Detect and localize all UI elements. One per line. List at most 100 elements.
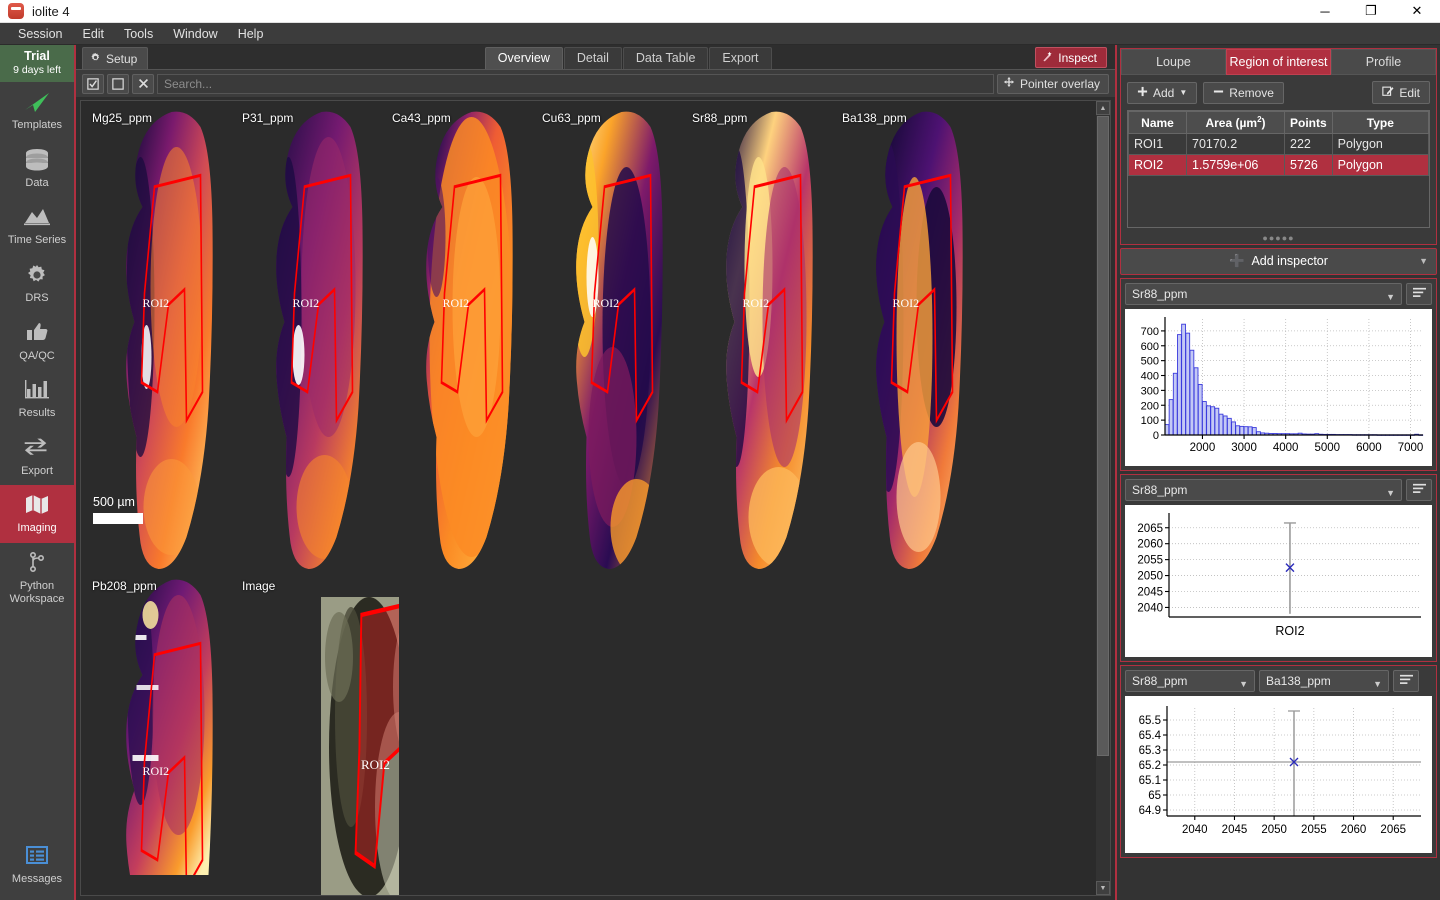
- column-header-name[interactable]: Name: [1128, 111, 1187, 134]
- scrollbar-thumb[interactable]: [1097, 116, 1109, 756]
- histogram-channel-select[interactable]: Sr88_ppm ▼: [1125, 283, 1402, 305]
- search-input[interactable]: [157, 73, 994, 94]
- svg-text:2045: 2045: [1222, 824, 1248, 836]
- add-roi-button[interactable]: Add ▼: [1127, 81, 1198, 104]
- map-panel-sr88[interactable]: Sr88_ppm ROI2: [689, 107, 849, 577]
- tab-data-table[interactable]: Data Table: [622, 47, 709, 69]
- xy-scatter-plot[interactable]: 64.9 65 65.1 65.2 65.3 65.4 65.5 2040 2045 2050 20…: [1125, 696, 1432, 853]
- xy-y-channel-select[interactable]: Ba138_ppm ▼: [1259, 670, 1389, 692]
- minimize-button[interactable]: ─: [1302, 0, 1348, 23]
- scalebar-label: 500 µm: [93, 495, 135, 509]
- sidebar-item-templates[interactable]: Templates: [0, 82, 74, 140]
- svg-text:ROI2: ROI2: [743, 296, 770, 310]
- sidebar-item-results[interactable]: Results: [0, 370, 74, 428]
- add-inspector-button[interactable]: ➕ Add inspector ▼: [1120, 248, 1437, 275]
- empty-box-icon[interactable]: [107, 73, 129, 94]
- chevron-down-icon[interactable]: ▼: [1419, 256, 1428, 266]
- minus-icon: [1213, 86, 1224, 100]
- menubar: Session Edit Tools Window Help: [0, 23, 1440, 45]
- sidebar-item-imaging[interactable]: Imaging: [0, 485, 74, 544]
- edit-roi-button[interactable]: Edit: [1372, 81, 1430, 104]
- map-panel-ba138[interactable]: Ba138_ppm ROI2: [839, 107, 999, 577]
- maximize-button[interactable]: ❐: [1348, 0, 1394, 23]
- sidebar-item-qaqc[interactable]: QA/QC: [0, 313, 74, 371]
- checked-box-icon[interactable]: [82, 73, 104, 94]
- hamburger-lines-icon: [1412, 482, 1427, 498]
- svg-text:500: 500: [1141, 356, 1159, 368]
- column-header-points[interactable]: Points: [1284, 111, 1333, 134]
- map-label-pb208: Pb208_ppm: [92, 579, 157, 593]
- menu-window[interactable]: Window: [163, 25, 227, 43]
- table-row[interactable]: ROI2 1.5759e+06 5726 Polygon: [1128, 154, 1430, 176]
- svg-text:5000: 5000: [1314, 442, 1340, 454]
- scroll-up-arrow-icon[interactable]: ▲: [1096, 101, 1110, 115]
- histogram-menu-button[interactable]: [1406, 283, 1432, 305]
- inspector-xy-header: Sr88_ppm ▼ Ba138_ppm ▼: [1125, 670, 1432, 692]
- tab-detail[interactable]: Detail: [563, 47, 622, 69]
- sidebar-item-drs[interactable]: DRS: [0, 255, 74, 313]
- category-channel-select[interactable]: Sr88_ppm ▼: [1125, 479, 1402, 501]
- category-scatter-plot[interactable]: 2040 2045 2050 2055 2060 2065 ROI2: [1125, 505, 1432, 657]
- tab-region-of-interest[interactable]: Region of interest: [1226, 49, 1331, 75]
- roi-name: ROI2: [1128, 154, 1187, 176]
- histogram-plot[interactable]: 0 100 200 300 400 500 600 700 2000 3000 4000 5000 60…: [1125, 309, 1432, 466]
- xy-menu-button[interactable]: [1393, 670, 1419, 692]
- scroll-down-arrow-icon[interactable]: ▼: [1096, 881, 1110, 895]
- category-menu-button[interactable]: [1406, 479, 1432, 501]
- sidebar-item-python-workspace[interactable]: Python Workspace: [0, 543, 74, 613]
- roi-table-container[interactable]: Name Area (µm2) Points Type ROI1 70170.2…: [1127, 110, 1430, 228]
- table-row[interactable]: ROI1 70170.2 222 Polygon: [1128, 133, 1430, 155]
- arrows-exchange-icon: [2, 436, 72, 462]
- canvas-vertical-scrollbar[interactable]: ▲ ▼: [1096, 101, 1110, 895]
- tab-export[interactable]: Export: [709, 47, 772, 69]
- cross-icon[interactable]: [132, 73, 154, 94]
- move-crosshair-icon: [1003, 76, 1015, 91]
- pointer-overlay-label: Pointer overlay: [1019, 76, 1100, 91]
- svg-text:ROI2: ROI2: [293, 296, 320, 310]
- tab-loupe[interactable]: Loupe: [1121, 49, 1226, 75]
- inspect-button[interactable]: Inspect: [1035, 47, 1107, 68]
- svg-text:ROI2: ROI2: [593, 296, 620, 310]
- histogram-svg: 0 100 200 300 400 500 600 700 2000 3000 4000 5000 60…: [1125, 309, 1430, 466]
- map-panel-ca43[interactable]: Ca43_ppm ROI2: [389, 107, 549, 577]
- tab-profile[interactable]: Profile: [1331, 49, 1436, 75]
- map-panel-pb208[interactable]: Pb208_ppm ROI2: [89, 575, 249, 875]
- setup-button[interactable]: Setup: [82, 47, 149, 69]
- menu-session[interactable]: Session: [8, 25, 72, 43]
- tab-overview[interactable]: Overview: [484, 47, 563, 69]
- map-panel-p31[interactable]: P31_ppm ROI2: [239, 107, 399, 577]
- category-scatter-svg: 2040 2045 2050 2055 2060 2065 ROI2: [1125, 505, 1430, 657]
- xy-y-channel-value: Ba138_ppm: [1266, 674, 1331, 688]
- panel-resize-grip[interactable]: ●●●●●: [1121, 234, 1436, 244]
- pointer-overlay-button[interactable]: Pointer overlay: [996, 73, 1109, 94]
- svg-text:7000: 7000: [1398, 442, 1424, 454]
- svg-text:2060: 2060: [1137, 539, 1163, 551]
- column-header-type[interactable]: Type: [1331, 111, 1430, 134]
- roi-points: 5726: [1284, 154, 1333, 176]
- map-label-sr88: Sr88_ppm: [692, 111, 748, 125]
- imaging-canvas[interactable]: Mg25_ppm ROI2 P31_ppm ROI2 Ca43_ppm ROI2…: [81, 101, 1096, 895]
- menu-help[interactable]: Help: [228, 25, 274, 43]
- sidebar-item-export[interactable]: Export: [0, 428, 74, 486]
- svg-text:400: 400: [1141, 371, 1159, 383]
- svg-text:2040: 2040: [1137, 602, 1163, 614]
- map-panel-cu63[interactable]: Cu63_ppm ROI2: [539, 107, 699, 577]
- remove-roi-button[interactable]: Remove: [1203, 81, 1284, 104]
- right-panel: Loupe Region of interest Profile Add ▼ R…: [1115, 45, 1440, 900]
- sidebar-item-time-series[interactable]: Time Series: [0, 197, 74, 255]
- sidebar-item-messages[interactable]: Messages: [0, 836, 74, 900]
- svg-text:ROI2: ROI2: [143, 764, 170, 778]
- window-controls: ─ ❐ ✕: [1302, 0, 1440, 23]
- bar-chart-icon: [2, 378, 72, 404]
- sidebar-label-python-workspace: Python Workspace: [9, 580, 65, 605]
- menu-edit[interactable]: Edit: [72, 25, 114, 43]
- xy-x-channel-select[interactable]: Sr88_ppm ▼: [1125, 670, 1255, 692]
- svg-text:2065: 2065: [1380, 824, 1406, 836]
- map-panel-optical-image[interactable]: Image ROI2: [239, 575, 399, 895]
- svg-text:65.3: 65.3: [1139, 745, 1161, 757]
- sidebar-item-data[interactable]: Data: [0, 140, 74, 198]
- menu-tools[interactable]: Tools: [114, 25, 163, 43]
- column-header-area[interactable]: Area (µm2): [1186, 111, 1285, 134]
- close-button[interactable]: ✕: [1394, 0, 1440, 23]
